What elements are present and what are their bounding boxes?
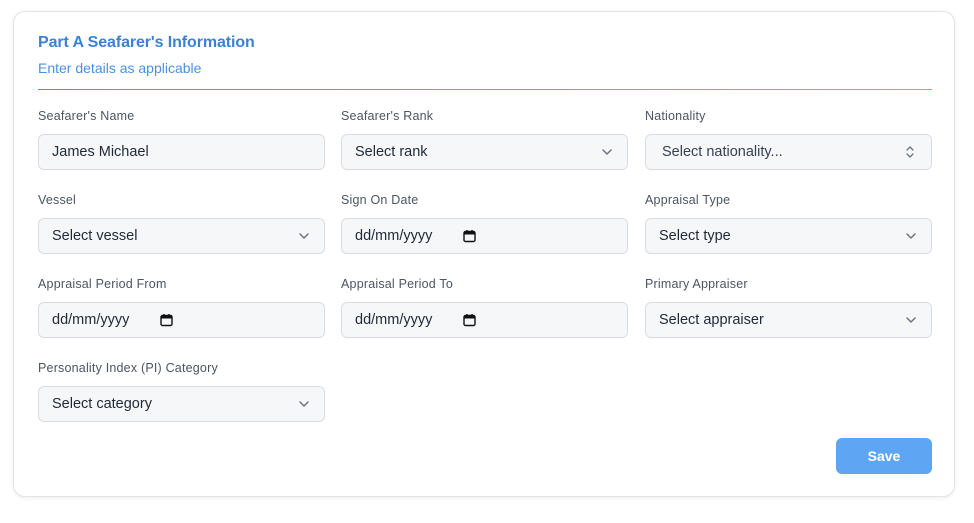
calendar-icon[interactable] <box>463 230 476 243</box>
appraisal-to-value: dd/mm/yyyy <box>355 312 433 328</box>
seafarer-rank-label: Seafarer's Rank <box>341 109 434 123</box>
nationality-value: Select nationality... <box>662 144 783 160</box>
section-divider <box>38 89 932 90</box>
calendar-icon[interactable] <box>160 314 173 327</box>
vessel-label: Vessel <box>38 193 77 207</box>
appraisal-from-label: Appraisal Period From <box>38 277 167 291</box>
seafarer-rank-value: Select rank <box>355 144 428 160</box>
seafarer-rank-select[interactable]: Select rank <box>341 134 628 170</box>
seafarer-name-input[interactable]: James Michael <box>38 134 325 170</box>
vessel-select[interactable]: Select vessel <box>38 218 325 254</box>
nationality-label: Nationality <box>645 109 706 123</box>
chevron-down-icon <box>906 233 916 239</box>
chevron-down-icon <box>299 233 309 239</box>
appraisal-type-value: Select type <box>659 228 731 244</box>
appraisal-type-label: Appraisal Type <box>645 193 731 207</box>
section-subtitle: Enter details as applicable <box>38 60 202 76</box>
section-title: Part A Seafarer's Information <box>38 34 255 51</box>
primary-appraiser-value: Select appraiser <box>659 312 764 328</box>
sign-on-date-input[interactable]: dd/mm/yyyy <box>341 218 628 254</box>
nationality-select[interactable]: Select nationality... <box>645 134 932 170</box>
pi-category-value: Select category <box>52 396 152 412</box>
appraisal-to-label: Appraisal Period To <box>341 277 453 291</box>
appraisal-to-input[interactable]: dd/mm/yyyy <box>341 302 628 338</box>
sign-on-date-value: dd/mm/yyyy <box>355 228 433 244</box>
primary-appraiser-label: Primary Appraiser <box>645 277 748 291</box>
appraisal-from-input[interactable]: dd/mm/yyyy <box>38 302 325 338</box>
sign-on-date-label: Sign On Date <box>341 193 419 207</box>
appraisal-from-value: dd/mm/yyyy <box>52 312 130 328</box>
chevron-down-icon <box>299 401 309 407</box>
primary-appraiser-select[interactable]: Select appraiser <box>645 302 932 338</box>
updown-chevron-icon <box>906 146 914 158</box>
pi-category-label: Personality Index (PI) Category <box>38 361 218 375</box>
appraisal-type-select[interactable]: Select type <box>645 218 932 254</box>
seafarer-info-card: Part A Seafarer's Information Enter deta… <box>13 11 955 497</box>
chevron-down-icon <box>906 317 916 323</box>
pi-category-select[interactable]: Select category <box>38 386 325 422</box>
chevron-down-icon <box>602 149 612 155</box>
save-button[interactable]: Save <box>836 438 932 474</box>
vessel-value: Select vessel <box>52 228 138 244</box>
calendar-icon[interactable] <box>463 314 476 327</box>
seafarer-name-value: James Michael <box>52 144 149 160</box>
seafarer-name-label: Seafarer's Name <box>38 109 135 123</box>
